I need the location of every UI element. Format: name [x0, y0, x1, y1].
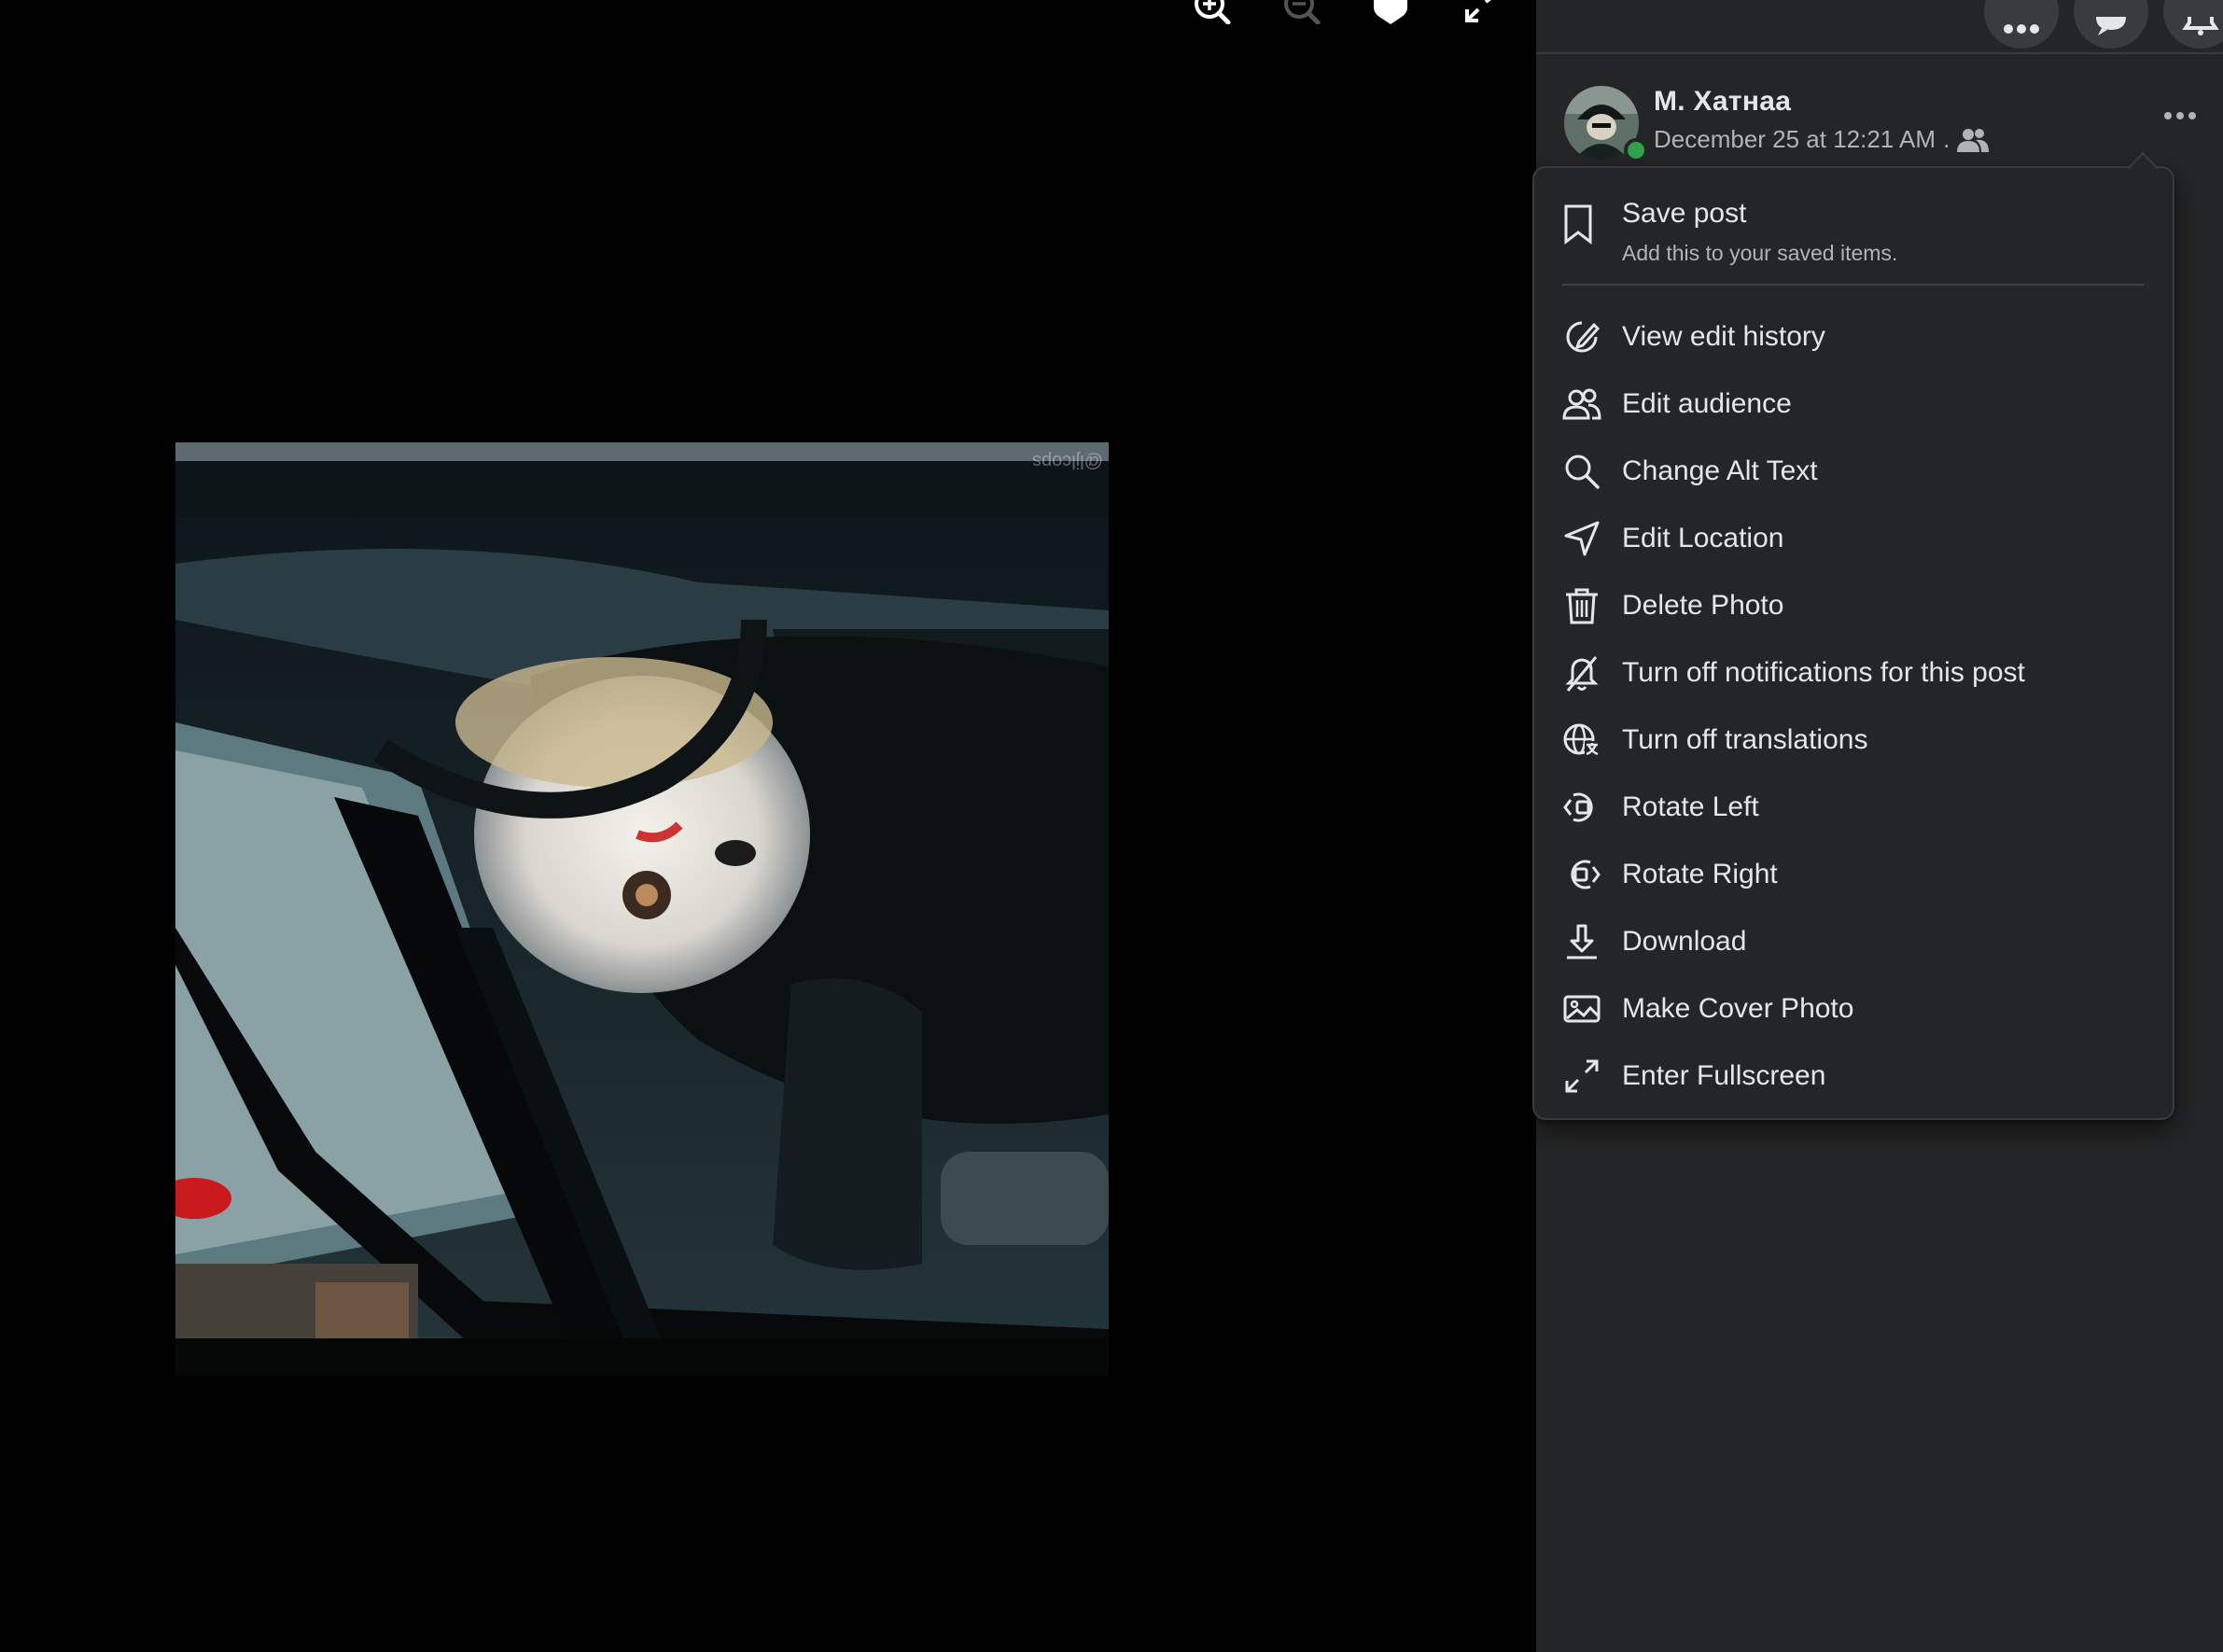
- menu-item-rotate-left[interactable]: Rotate Left: [1534, 775, 2173, 840]
- post-header: М. Хатнаа December 25 at 12:21 AM .: [1564, 82, 2208, 162]
- people-icon: [1560, 383, 1603, 426]
- messenger-icon: [2096, 17, 2126, 35]
- friends-icon[interactable]: [1957, 128, 1990, 152]
- menu-item-label: Delete Photo: [1622, 590, 1784, 621]
- menu-item-turn-off-translations[interactable]: Turn off translations: [1534, 707, 2173, 773]
- post-options-button[interactable]: [2152, 95, 2208, 136]
- menu-item-download[interactable]: Download: [1534, 909, 2173, 974]
- menu-item-label: Edit audience: [1622, 388, 1792, 419]
- notifications-button[interactable]: [2163, 0, 2223, 49]
- photo-image: [175, 442, 1109, 1376]
- post-options-menu: Save post Add this to your saved items. …: [1532, 152, 2174, 1120]
- rotate-right-icon: [1560, 853, 1603, 896]
- menu-item-label: Change Alt Text: [1622, 455, 1818, 486]
- menu-item-edit-location[interactable]: Edit Location: [1534, 506, 2173, 571]
- menu-divider: [1562, 284, 2145, 286]
- menu-item-change-alt-text[interactable]: Change Alt Text: [1534, 439, 2173, 504]
- top-bar: [1536, 0, 2223, 54]
- menu-item-edit-audience[interactable]: Edit audience: [1534, 371, 2173, 437]
- menu-item-label: Turn off notifications for this post: [1622, 657, 2025, 688]
- menu-item-save-post[interactable]: Save post Add this to your saved items.: [1534, 181, 2173, 286]
- trash-icon: [1560, 584, 1603, 627]
- post-author-name[interactable]: М. Хатнаа: [1654, 86, 1791, 118]
- zoom-out-icon: [1284, 0, 1321, 24]
- bell-icon: [2182, 17, 2219, 35]
- messenger-button[interactable]: [2074, 0, 2148, 49]
- post-photo[interactable]: @ljlcops: [175, 442, 1109, 1376]
- bell-off-icon: [1560, 651, 1603, 694]
- menu-item-enter-fullscreen[interactable]: Enter Fullscreen: [1534, 1043, 2173, 1109]
- menu-item-label: Turn off translations: [1622, 724, 1868, 755]
- zoom-out-button[interactable]: [1273, 0, 1329, 28]
- photo-viewer: @ljlcops: [0, 0, 1536, 1652]
- post-meta: December 25 at 12:21 AM .: [1654, 125, 1990, 154]
- menu-item-rotate-right[interactable]: Rotate Right: [1534, 842, 2173, 907]
- zoom-in-icon: [1195, 0, 1231, 24]
- zoom-in-button[interactable]: [1183, 0, 1239, 28]
- photo-watermark: @ljlcops: [1032, 451, 1103, 471]
- location-arrow-icon: [1560, 517, 1603, 560]
- save-post-sublabel: Add this to your saved items.: [1622, 241, 1898, 265]
- menu-item-label: Rotate Right: [1622, 859, 1778, 889]
- download-icon: [1560, 920, 1603, 963]
- menu-grid-button[interactable]: [1984, 0, 2059, 49]
- globe-translate-icon: [1560, 719, 1603, 762]
- dots-grid-icon: [2004, 24, 2039, 34]
- post-timestamp[interactable]: December 25 at 12:21 AM: [1654, 125, 1936, 154]
- bookmark-icon: [1564, 204, 1592, 245]
- online-status-dot: [1624, 138, 1648, 162]
- menu-item-delete-photo[interactable]: Delete Photo: [1534, 573, 2173, 638]
- fullscreen-button[interactable]: [1452, 0, 1508, 28]
- search-icon: [1560, 450, 1603, 493]
- menu-item-view-edit-history[interactable]: View edit history: [1534, 304, 2173, 370]
- menu-item-label: Download: [1622, 926, 1747, 957]
- menu-item-label: Rotate Left: [1622, 791, 1759, 822]
- menu-item-label: Enter Fullscreen: [1622, 1060, 1826, 1091]
- more-options-icon: [2164, 112, 2196, 119]
- image-icon: [1560, 987, 1603, 1030]
- menu-item-turn-off-notifications[interactable]: Turn off notifications for this post: [1534, 640, 2173, 706]
- fullscreen-icon: [1560, 1055, 1603, 1098]
- rotate-left-icon: [1560, 786, 1603, 829]
- menu-item-label: Make Cover Photo: [1622, 993, 1854, 1024]
- edit-history-icon: [1560, 315, 1603, 358]
- tag-icon: [1374, 0, 1407, 24]
- menu-item-make-cover-photo[interactable]: Make Cover Photo: [1534, 976, 2173, 1042]
- save-post-label: Save post: [1622, 198, 1747, 229]
- menu-item-label: Edit Location: [1622, 523, 1784, 553]
- expand-icon: [1465, 0, 1491, 22]
- menu-item-label: View edit history: [1622, 321, 1825, 352]
- tag-button[interactable]: [1363, 0, 1419, 28]
- meta-separator: .: [1943, 125, 1950, 153]
